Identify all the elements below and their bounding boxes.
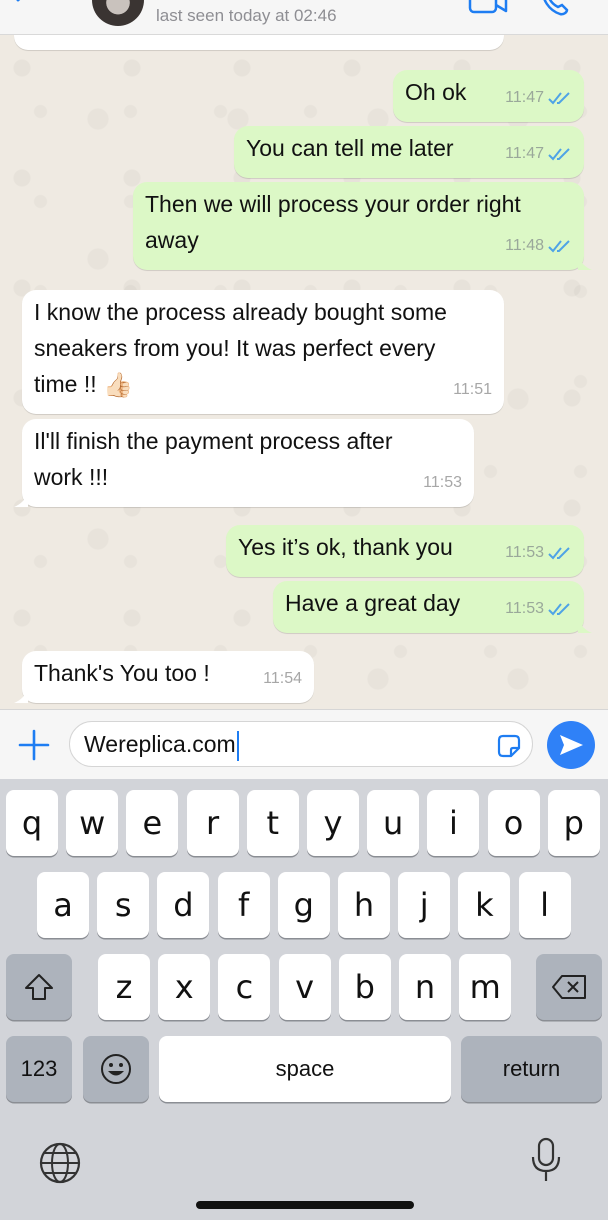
key-i[interactable]: i <box>427 790 480 856</box>
key-b[interactable]: b <box>338 954 391 1020</box>
bubble-tail <box>14 689 28 703</box>
key-k[interactable]: k <box>458 872 511 938</box>
read-ticks-icon <box>548 92 570 105</box>
message-bubble-outgoing[interactable]: Yes it’s ok, thank you 11:53 <box>226 525 584 577</box>
bubble-tail <box>578 619 592 633</box>
numbers-key[interactable]: 123 <box>6 1036 72 1102</box>
key-y[interactable]: y <box>307 790 359 856</box>
message-time: 11:53 <box>423 474 462 491</box>
key-g[interactable]: g <box>277 872 330 938</box>
message-meta: 11:54 <box>263 661 302 697</box>
backspace-icon <box>552 975 586 999</box>
message-bubble-incoming[interactable]: Il'll finish the payment process after w… <box>14 419 474 507</box>
send-arrow-icon <box>560 735 583 755</box>
key-x[interactable]: x <box>158 954 211 1020</box>
shift-key[interactable] <box>6 954 72 1020</box>
read-ticks-icon <box>548 603 570 616</box>
sticker-icon[interactable] <box>495 732 523 760</box>
shift-icon <box>25 974 53 1000</box>
message-time: 11:53 <box>505 600 544 617</box>
read-ticks-icon <box>548 547 570 560</box>
message-input-value: Wereplica.com <box>84 731 236 757</box>
key-m[interactable]: m <box>459 954 512 1020</box>
globe-icon[interactable] <box>38 1141 82 1185</box>
message-meta: 11:47 <box>505 136 572 172</box>
key-q[interactable]: q <box>6 790 58 856</box>
key-p[interactable]: p <box>547 790 600 856</box>
attach-plus-icon[interactable] <box>18 729 50 761</box>
read-ticks-icon <box>548 148 570 161</box>
space-key[interactable]: space <box>159 1036 451 1102</box>
home-indicator <box>196 1201 414 1209</box>
key-j[interactable]: j <box>398 872 451 938</box>
emoji-icon <box>101 1054 131 1084</box>
key-r[interactable]: r <box>186 790 239 856</box>
message-meta: 11:48 <box>505 228 572 264</box>
phone-call-icon[interactable] <box>540 0 574 16</box>
key-h[interactable]: h <box>338 872 390 938</box>
key-f[interactable]: f <box>217 872 270 938</box>
message-bubble-partial <box>14 35 504 50</box>
key-l[interactable]: l <box>518 872 571 938</box>
key-d[interactable]: d <box>157 872 210 938</box>
key-z[interactable]: z <box>98 954 150 1020</box>
key-o[interactable]: o <box>487 790 540 856</box>
key-w[interactable]: w <box>66 790 119 856</box>
emoji-key[interactable] <box>83 1036 149 1102</box>
key-c[interactable]: c <box>218 954 271 1020</box>
message-text: Thank's You too ! <box>34 660 210 686</box>
message-time: 11:47 <box>505 89 544 106</box>
back-chevron-icon[interactable] <box>12 0 34 12</box>
microphone-icon[interactable] <box>530 1137 562 1185</box>
message-time: 11:47 <box>505 145 544 162</box>
message-time: 11:53 <box>505 544 544 561</box>
message-time: 11:51 <box>453 381 492 398</box>
contact-avatar[interactable] <box>92 0 144 26</box>
message-time: 11:54 <box>263 670 302 687</box>
message-meta: 11:53 <box>423 465 462 501</box>
message-text: I know the process already bought some s… <box>34 294 492 404</box>
bubble-tail <box>14 493 28 507</box>
message-composer: Wereplica.com <box>0 709 608 779</box>
message-bubble-incoming[interactable]: Thank's You too ! 11:54 <box>14 651 314 703</box>
message-list[interactable]: Oh ok 11:47 You can tell me later 11:47 … <box>0 35 608 709</box>
message-meta: 11:53 <box>505 591 572 627</box>
key-t[interactable]: t <box>246 790 299 856</box>
key-n[interactable]: n <box>399 954 451 1020</box>
message-time: 11:48 <box>505 237 544 254</box>
send-button[interactable] <box>547 721 595 769</box>
thumbs-up-emoji: 👍🏻 <box>103 371 133 399</box>
backspace-key[interactable] <box>536 954 602 1020</box>
message-meta: 11:53 <box>505 535 572 571</box>
message-bubble-incoming[interactable]: I know the process already bought some s… <box>22 290 504 414</box>
chat-header: last seen today at 02:46 <box>0 0 608 35</box>
key-a[interactable]: a <box>37 872 89 938</box>
message-input[interactable]: Wereplica.com <box>69 721 533 767</box>
message-bubble-outgoing[interactable]: You can tell me later 11:47 <box>234 126 584 178</box>
key-u[interactable]: u <box>367 790 420 856</box>
message-meta: 11:47 <box>505 80 572 116</box>
message-bubble-outgoing[interactable]: Then we will process your order right aw… <box>133 182 592 270</box>
message-text: Il'll finish the payment process after w… <box>34 428 393 490</box>
key-v[interactable]: v <box>278 954 331 1020</box>
video-call-icon[interactable] <box>468 0 508 14</box>
bubble-tail <box>578 256 592 270</box>
key-s[interactable]: s <box>97 872 150 938</box>
message-bubble-outgoing[interactable]: Oh ok 11:47 <box>393 70 584 122</box>
message-bubble-outgoing[interactable]: Have a great day 11:53 <box>273 581 592 633</box>
text-caret <box>236 730 239 761</box>
key-e[interactable]: e <box>126 790 179 856</box>
read-ticks-icon <box>548 240 570 253</box>
last-seen-status: last seen today at 02:46 <box>156 6 337 25</box>
message-meta: 11:51 <box>453 372 492 408</box>
return-key[interactable]: return <box>461 1036 602 1102</box>
